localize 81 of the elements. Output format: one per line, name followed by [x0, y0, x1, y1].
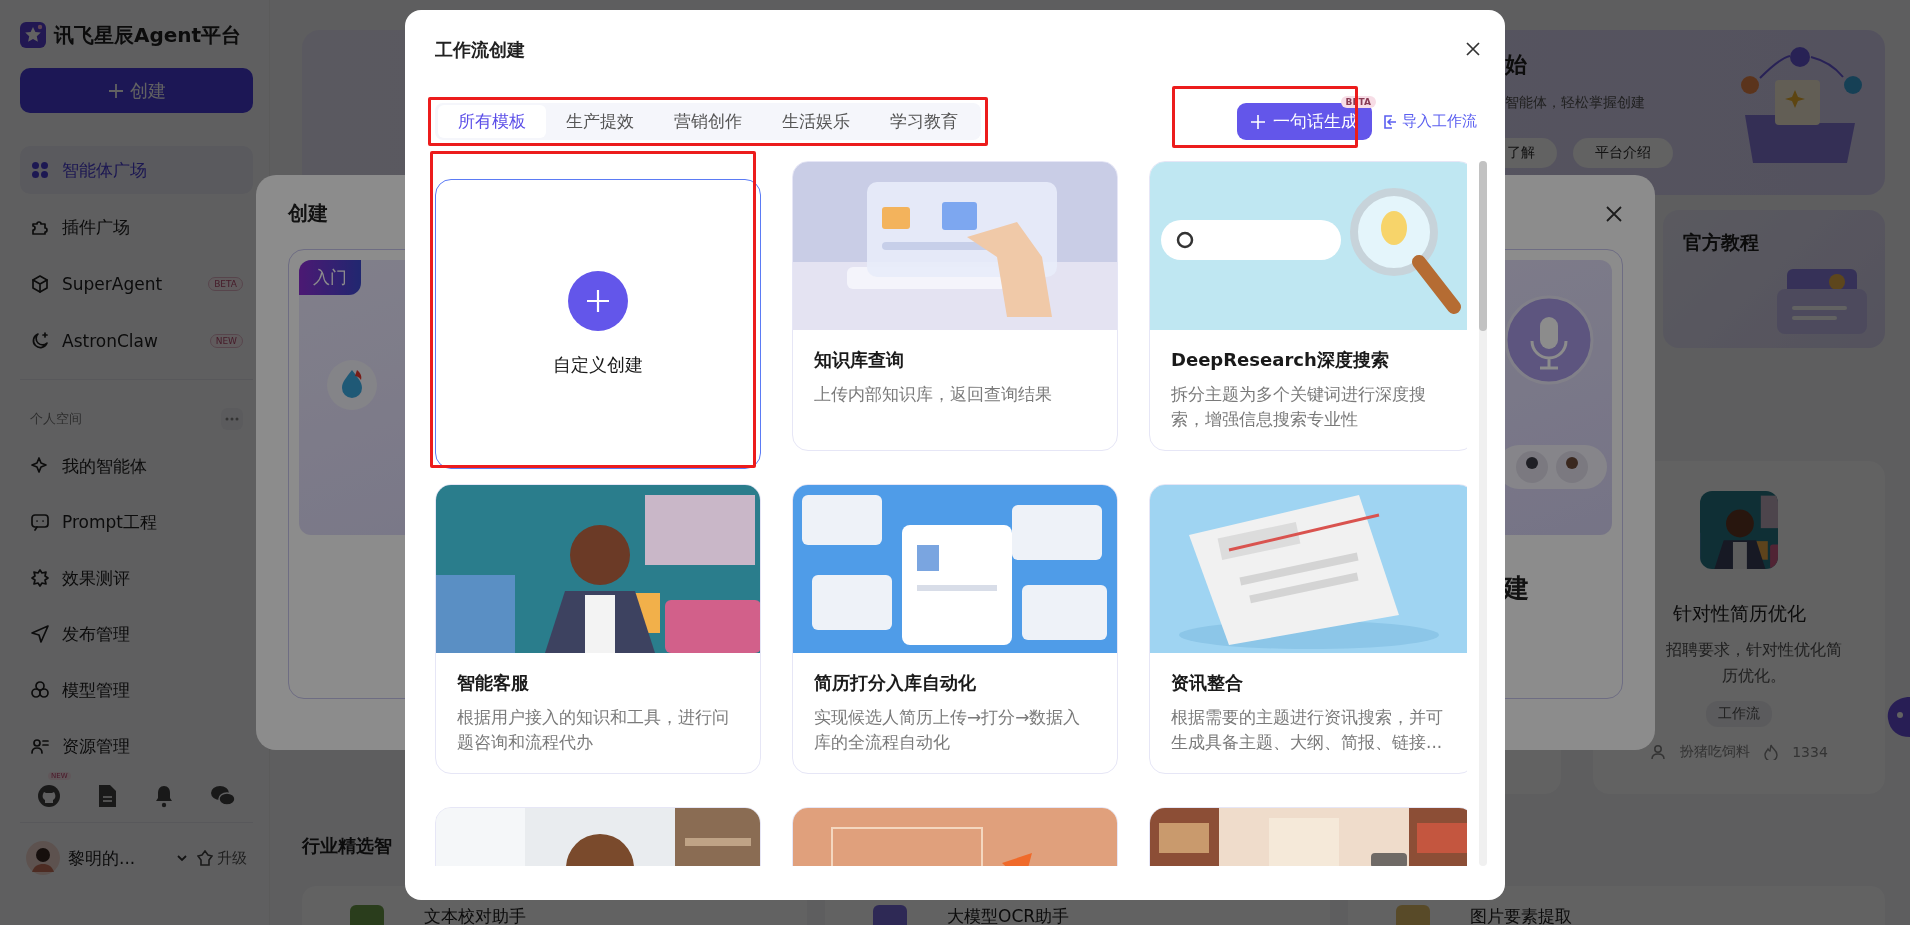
template-card[interactable]: 智能客服 根据用户接入的知识和工具，进行问题咨询和流程代办	[435, 484, 761, 774]
nav-badge: NEW	[209, 334, 243, 348]
banner-subtitle: 智能体，轻松掌握创建	[1505, 94, 1646, 112]
template-description: 拆分主题为多个关键词进行深度搜索，增强信息搜索专业性	[1171, 383, 1427, 431]
template-card[interactable]: 简历打分入库自动化 实现候选人简历上传→打分→数据入库的全流程自动化	[792, 484, 1118, 774]
plus-icon	[107, 82, 124, 99]
banner-title: 始	[1505, 51, 1528, 79]
agent-name: 图片要素提取	[1470, 905, 1572, 925]
close-icon[interactable]	[1465, 41, 1481, 57]
circles-icon	[30, 680, 50, 700]
agent-card[interactable]: 图片要素提取	[1348, 886, 1885, 925]
wechat-icon[interactable]	[209, 784, 236, 808]
template-title: 智能客服	[457, 671, 530, 695]
tab[interactable]: 生产提效	[546, 105, 654, 138]
star-icon	[197, 850, 213, 866]
template-title: 知识库查询	[814, 348, 905, 372]
tutorial-card[interactable]: 官方教程	[1663, 210, 1885, 348]
banner-button[interactable]: 平台介绍	[1573, 138, 1673, 168]
star-logo-icon	[20, 22, 46, 48]
github-icon[interactable]	[37, 784, 62, 808]
send-icon	[30, 624, 50, 644]
import-icon	[1382, 113, 1398, 130]
template-card[interactable]: 资讯整合 根据需要的主题进行资讯搜索，并可生成具备主题、大纲、简报、链接...	[1149, 484, 1468, 774]
nav-item[interactable]: 我的智能体	[20, 442, 253, 490]
more-icon[interactable]	[221, 408, 243, 430]
template-description: 根据需要的主题进行资讯搜索，并可生成具备主题、大纲、简报、链接...	[1171, 706, 1444, 754]
user-card-icon	[30, 736, 50, 756]
tab[interactable]: 学习教育	[870, 105, 978, 138]
tab[interactable]: 生活娱乐	[762, 105, 870, 138]
template-description: 上传内部知识库，返回查询结果	[814, 383, 1053, 406]
nav-item[interactable]: 插件广场	[20, 203, 253, 251]
sparkle-icon	[30, 456, 50, 476]
nav-item[interactable]: Prompt工程	[20, 498, 253, 546]
template-title: DeepResearch深度搜索	[1171, 348, 1390, 372]
template-card[interactable]: 知识库查询 上传内部知识库，返回查询结果	[792, 161, 1118, 451]
nav-item[interactable]: AstronClaw NEW	[20, 317, 253, 365]
tab[interactable]: 所有模板	[438, 105, 546, 138]
nav-item[interactable]: 发布管理	[20, 610, 253, 658]
import-link[interactable]: 导入工作流	[1382, 112, 1477, 131]
card-title: 官方教程	[1683, 230, 1760, 255]
grid-icon	[30, 160, 50, 180]
agent-name: 大模型OCR助手	[947, 905, 1070, 925]
template-title: 资讯整合	[1171, 671, 1244, 695]
close-icon[interactable]	[1605, 204, 1623, 223]
nav-item[interactable]: 模型管理	[20, 666, 253, 714]
nav-item[interactable]: 效果测评	[20, 554, 253, 602]
create-button[interactable]: 创建	[20, 68, 253, 113]
custom-create-card[interactable]: 自定义创建	[435, 179, 761, 469]
nav-badge: BETA	[208, 277, 243, 291]
user-name: 黎明的...	[68, 846, 137, 870]
nav-item[interactable]: 资源管理	[20, 722, 253, 770]
nav-item[interactable]: SuperAgent BETA	[20, 260, 253, 308]
upgrade-link[interactable]: 升级	[197, 848, 247, 868]
scrollbar-thumb[interactable]	[1479, 161, 1487, 331]
template-description: 实现候选人简历上传→打分→数据入库的全流程自动化	[814, 706, 1082, 754]
badge-icon	[30, 568, 50, 588]
dialog-title: 创建	[288, 200, 328, 227]
plus-icon	[1251, 114, 1265, 129]
card-title: 针对性简历优化	[1672, 601, 1806, 626]
template-description: 根据用户接入的知识和工具，进行问题咨询和流程代办	[457, 706, 730, 754]
cube-icon	[30, 274, 50, 294]
flame-icon	[1764, 744, 1779, 760]
template-card[interactable]: DeepResearch深度搜索 拆分主题为多个关键词进行深度搜索，增强信息搜索专业性	[1149, 161, 1468, 451]
chat-icon	[30, 512, 50, 532]
user-icon	[1650, 744, 1667, 760]
card-tag: 工作流	[1706, 701, 1772, 727]
level-badge: 入门	[299, 260, 361, 295]
moon-icon	[30, 331, 50, 351]
card-description: 招聘要求，针对性优化简历优化。	[1665, 639, 1843, 687]
dialog-title: 工作流创建	[435, 38, 525, 62]
app-logo-text: 讯飞星辰Agent平台	[54, 21, 242, 49]
nav-item[interactable]: 智能体广场	[20, 146, 253, 194]
template-title: 简历打分入库自动化	[814, 671, 977, 695]
document-icon[interactable]	[96, 784, 119, 808]
card-title: 建	[1503, 572, 1529, 605]
drop-logo-icon	[327, 360, 377, 410]
agent-name: 文本校对助手	[424, 905, 526, 925]
section-title: 行业精选智	[302, 834, 392, 858]
avatar-icon[interactable]	[26, 841, 60, 875]
tab[interactable]: 营销创作	[654, 105, 762, 138]
plus-icon	[568, 271, 628, 331]
